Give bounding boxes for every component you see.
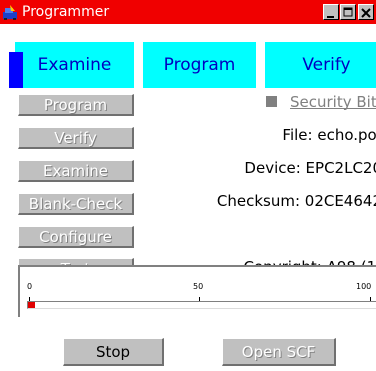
security-bit-checkbox[interactable] <box>266 96 277 107</box>
program-button-label: Program <box>43 95 108 114</box>
maximize-icon <box>343 7 353 17</box>
close-icon <box>361 8 371 18</box>
tab-examine[interactable]: Examine <box>13 40 134 88</box>
progress-panel <box>18 265 376 317</box>
tab-program[interactable]: Program <box>141 40 256 88</box>
file-info: File: echo.pof <box>282 126 376 144</box>
tab-label-verify: Verify <box>302 55 351 75</box>
device-info: Device: EPC2LC20 <box>244 159 376 177</box>
blank-check-button[interactable]: Blank-Check <box>18 193 134 215</box>
window-title: Programmer <box>22 4 110 20</box>
progress-label-start: 0 <box>27 282 33 291</box>
verify-button[interactable]: Verify <box>18 127 134 149</box>
tab-label-program: Program <box>163 55 236 75</box>
examine-button[interactable]: Examine <box>18 160 134 182</box>
title-bar[interactable]: Programmer <box>0 0 376 24</box>
stop-button[interactable]: Stop <box>63 338 164 366</box>
programmer-app-icon <box>3 5 17 20</box>
progress-fill <box>28 302 35 308</box>
stop-button-label: Stop <box>95 342 131 361</box>
verify-button-label: Verify <box>54 128 97 147</box>
security-bit-label: Security Bit <box>290 93 376 111</box>
open-scf-button[interactable]: Open SCF <box>222 338 336 366</box>
tab-label-examine: Examine <box>37 55 112 75</box>
minimize-icon <box>327 16 334 18</box>
minimize-button[interactable] <box>323 4 339 20</box>
close-button[interactable] <box>358 4 374 20</box>
configure-button[interactable]: Configure <box>18 226 134 248</box>
examine-button-label: Examine <box>42 161 109 180</box>
tab-focus-indicator <box>9 52 23 88</box>
tab-verify[interactable]: Verify <box>263 40 376 88</box>
progress-bar <box>27 301 376 309</box>
open-scf-button-label: Open SCF <box>241 342 316 361</box>
blank-check-button-label: Blank-Check <box>28 194 123 213</box>
checksum-info: Checksum: 02CE4642 <box>216 192 376 210</box>
program-button[interactable]: Program <box>18 94 134 116</box>
progress-label-mid: 50 <box>193 282 204 291</box>
progress-label-end: 100 <box>356 282 372 291</box>
configure-button-label: Configure <box>39 227 112 246</box>
maximize-button[interactable] <box>340 4 356 20</box>
